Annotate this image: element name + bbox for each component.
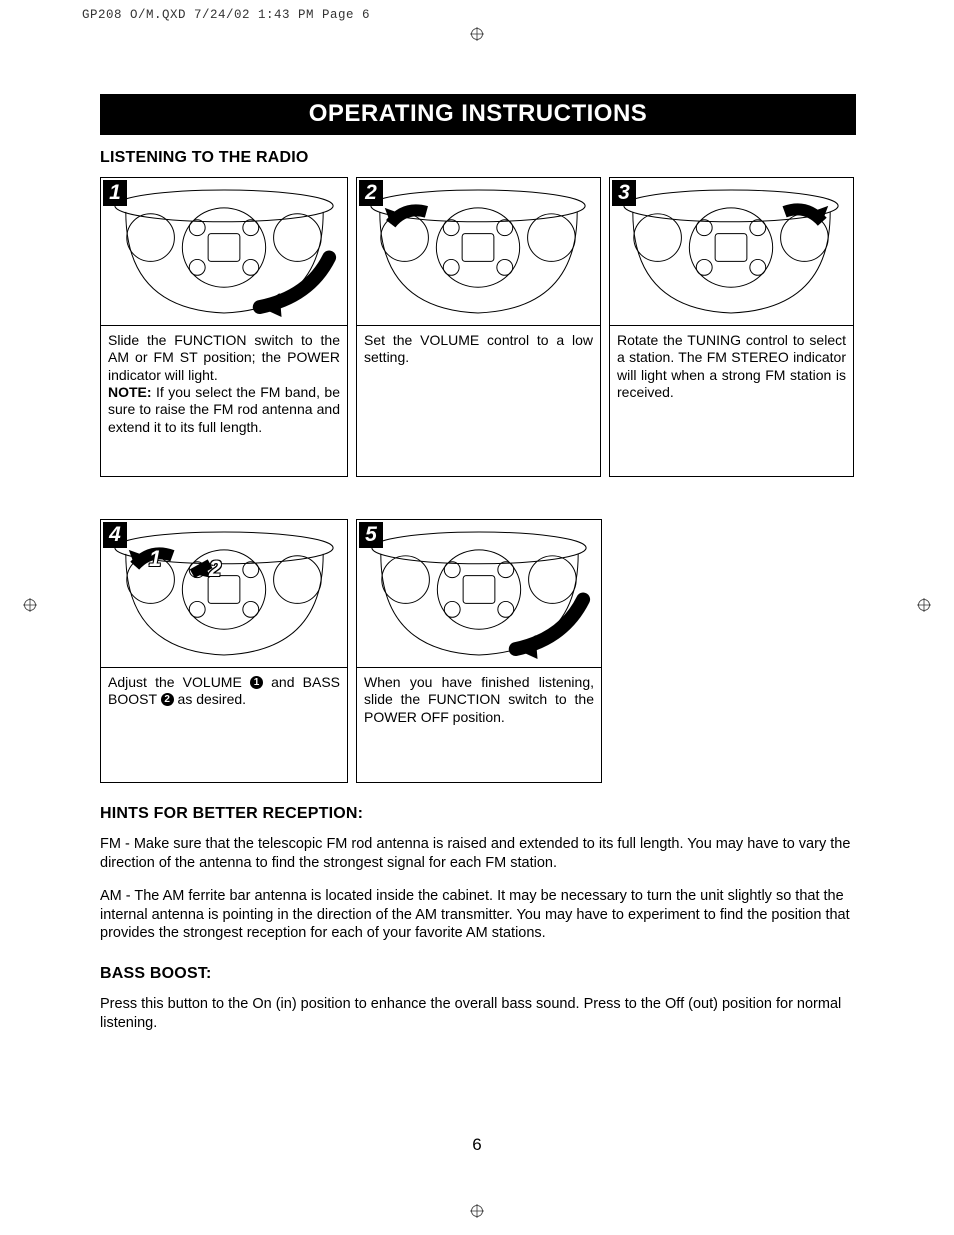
hints-heading: HINTS FOR BETTER RECEPTION: — [100, 805, 856, 823]
print-header-text: GP208 O/M.QXD 7/24/02 1:43 PM Page 6 — [82, 8, 370, 22]
section-heading: LISTENING TO THE RADIO — [100, 149, 856, 167]
steps-row-2: 4 1 2 Adjust the VOLUME 1 and BASS BOOST… — [100, 519, 856, 783]
boombox-illustration — [101, 520, 347, 667]
step-5: 5 When you have finished listening, slid… — [356, 519, 602, 783]
step-2: 2 Set the VOLUME control to a low settin… — [356, 177, 601, 477]
crop-mark-icon — [917, 598, 931, 612]
step-number-label: 5 — [359, 522, 383, 548]
page-number: 6 — [472, 1135, 481, 1155]
step-text-c: as desired. — [174, 691, 246, 707]
circled-1-icon: 1 — [250, 676, 263, 689]
boombox-illustration — [610, 178, 853, 325]
step-number-label: 4 — [103, 522, 127, 548]
hints-am-text: AM - The AM ferrite bar antenna is locat… — [100, 887, 856, 944]
boombox-illustration — [357, 520, 601, 667]
circled-2-icon: 2 — [161, 693, 174, 706]
boombox-illustration — [101, 178, 347, 325]
boombox-illustration — [357, 178, 600, 325]
bass-text: Press this button to the On (in) positio… — [100, 995, 856, 1033]
step-text: When you have finished listening, slide … — [357, 668, 601, 782]
step-figure: 5 — [357, 520, 601, 668]
crop-mark-icon — [470, 27, 484, 41]
steps-row-1: 1 Slide the FUNCTION switch to the AM or… — [100, 177, 856, 477]
step-1: 1 Slide the FUNCTION switch to the AM or… — [100, 177, 348, 477]
callout-2: 2 — [209, 556, 221, 582]
step-text: Set the VOLUME control to a low setting. — [357, 326, 600, 476]
page: GP208 O/M.QXD 7/24/02 1:43 PM Page 6 OPE… — [0, 0, 954, 1235]
step-text: Adjust the VOLUME 1 and BASS BOOST 2 as … — [101, 668, 347, 782]
content-area: OPERATING INSTRUCTIONS LISTENING TO THE … — [100, 94, 856, 1047]
step-4: 4 1 2 Adjust the VOLUME 1 and BASS BOOST… — [100, 519, 348, 783]
step-figure: 4 1 2 — [101, 520, 347, 668]
step-number-label: 2 — [359, 180, 383, 206]
step-text: Slide the FUNCTION switch to the AM or F… — [101, 326, 347, 476]
step-figure: 1 — [101, 178, 347, 326]
step-3: 3 Rotate the TUNING control to select a … — [609, 177, 854, 477]
crop-mark-icon — [470, 1204, 484, 1218]
step-number-label: 3 — [612, 180, 636, 206]
note-label: NOTE: — [108, 384, 152, 400]
bass-heading: BASS BOOST: — [100, 965, 856, 983]
callout-1: 1 — [149, 546, 161, 572]
step-text-a: Adjust the VOLUME — [108, 674, 250, 690]
step-number-label: 1 — [103, 180, 127, 206]
step-text: Rotate the TUNING control to select a st… — [610, 326, 853, 476]
crop-mark-icon — [23, 598, 37, 612]
step-figure: 2 — [357, 178, 600, 326]
step-text-body: Slide the FUNCTION switch to the AM or F… — [108, 332, 340, 383]
hints-fm-text: FM - Make sure that the telescopic FM ro… — [100, 835, 856, 873]
page-title: OPERATING INSTRUCTIONS — [100, 94, 856, 135]
step-figure: 3 — [610, 178, 853, 326]
